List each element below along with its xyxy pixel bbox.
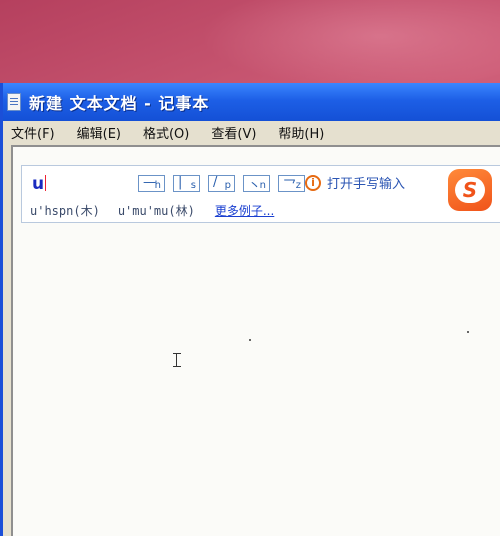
notepad-window: 新建 文本文档 - 记事本 文件(F) 编辑(E) 格式(O) 查看(V) 帮助…: [0, 83, 500, 536]
menu-bar: 文件(F) 编辑(E) 格式(O) 查看(V) 帮助(H): [3, 121, 500, 143]
desktop-highlight: [200, 0, 500, 90]
sogou-logo-letter: S: [455, 177, 485, 203]
screen-speck: [249, 339, 251, 341]
ime-composition[interactable]: u: [32, 174, 47, 194]
menu-view[interactable]: 查看(V): [211, 123, 256, 142]
title-bar[interactable]: 新建 文本文档 - 记事本: [3, 83, 500, 121]
window-title: 新建 文本文档 - 记事本: [29, 94, 210, 113]
handwriting-button[interactable]: i 打开手写输入: [305, 173, 405, 192]
menu-format[interactable]: 格式(O): [143, 123, 189, 142]
more-examples-link[interactable]: 更多例子...: [215, 202, 274, 219]
ibeam-cursor-icon: [173, 353, 185, 367]
ime-candidate-panel: u — h | s / p 丶 n 乛 z i 打开手写输入 S u'hspn(…: [21, 165, 500, 223]
sogou-logo-icon[interactable]: S: [448, 169, 492, 211]
ime-composition-text: u: [32, 174, 45, 194]
example-item: u'hspn(木): [30, 204, 100, 218]
stroke-mark: |: [178, 175, 183, 190]
stroke-button-dian[interactable]: 丶 n: [243, 175, 270, 194]
stroke-button-shu[interactable]: | s: [173, 175, 200, 192]
menu-help[interactable]: 帮助(H): [278, 123, 324, 142]
menu-file[interactable]: 文件(F): [11, 123, 55, 142]
example-list: u'hspn(木) u'mu'mu(林) 更多例子...: [30, 202, 292, 219]
stroke-button-zhe[interactable]: 乛 z: [278, 175, 305, 194]
info-icon: i: [305, 174, 321, 191]
stroke-key: n: [259, 180, 266, 191]
stroke-button-heng[interactable]: — h: [138, 175, 165, 192]
stroke-buttons: — h | s / p 丶 n 乛 z: [138, 175, 313, 194]
stroke-mark: /: [213, 175, 218, 190]
menu-edit[interactable]: 编辑(E): [77, 123, 121, 142]
stroke-button-pie[interactable]: / p: [208, 175, 235, 192]
text-caret: [45, 175, 47, 191]
stroke-key: z: [295, 180, 301, 191]
stroke-key: p: [224, 180, 231, 191]
stroke-key: s: [190, 180, 196, 191]
stroke-mark: 乛: [283, 179, 297, 194]
handwriting-label: 打开手写输入: [327, 177, 406, 192]
stroke-key: h: [154, 180, 161, 191]
notepad-icon[interactable]: [7, 93, 21, 111]
text-editor-area[interactable]: u — h | s / p 丶 n 乛 z i 打开手写输入 S u'hspn(…: [11, 145, 500, 536]
screen-speck: [467, 331, 469, 333]
example-item: u'mu'mu(林): [117, 204, 195, 218]
